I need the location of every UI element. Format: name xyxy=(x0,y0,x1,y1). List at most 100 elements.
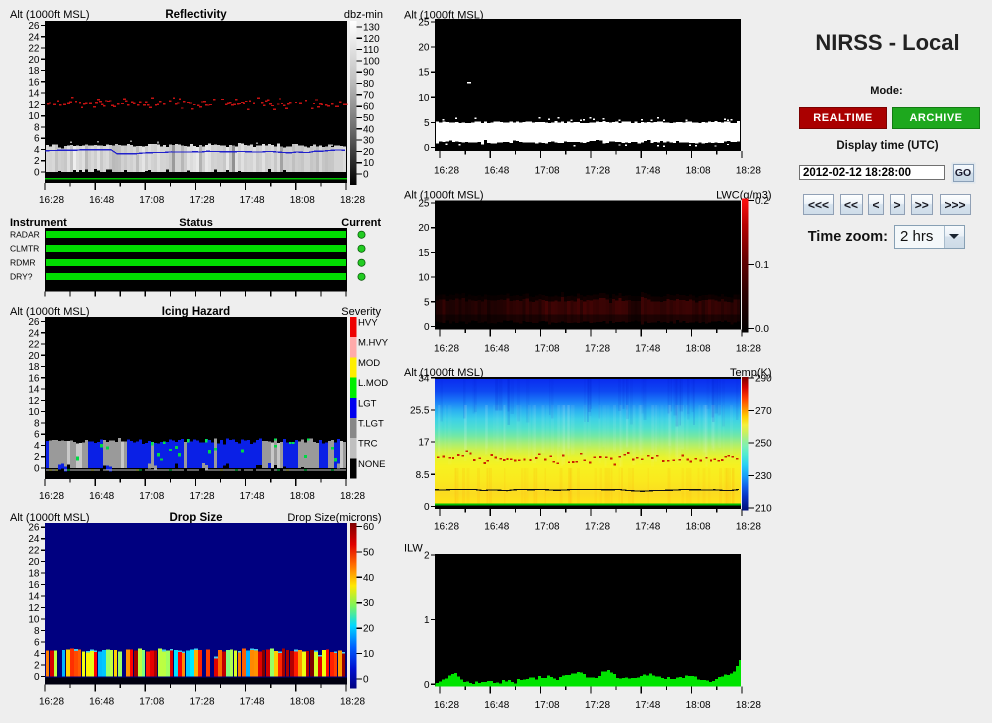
svg-text:4: 4 xyxy=(34,145,40,156)
svg-text:50: 50 xyxy=(363,113,375,124)
svg-text:16:28: 16:28 xyxy=(434,522,459,533)
svg-text:2: 2 xyxy=(34,452,40,463)
svg-text:20: 20 xyxy=(28,55,40,66)
svg-text:50: 50 xyxy=(363,547,375,558)
svg-text:M.HVY: M.HVY xyxy=(358,338,389,349)
svg-text:110: 110 xyxy=(363,45,379,56)
svg-text:Alt (1000ft MSL): Alt (1000ft MSL) xyxy=(10,306,89,318)
svg-text:40: 40 xyxy=(363,573,375,584)
svg-text:17:48: 17:48 xyxy=(240,491,265,502)
svg-text:22: 22 xyxy=(28,546,40,557)
svg-text:26: 26 xyxy=(28,317,40,328)
svg-text:18:28: 18:28 xyxy=(340,491,365,502)
svg-text:17:08: 17:08 xyxy=(535,700,560,711)
svg-text:17:08: 17:08 xyxy=(139,491,164,502)
svg-text:Alt (1000ft MSL): Alt (1000ft MSL) xyxy=(404,190,483,202)
svg-text:34: 34 xyxy=(418,373,430,384)
svg-text:Reflectivity: Reflectivity xyxy=(165,9,227,21)
svg-text:26: 26 xyxy=(28,21,40,32)
svg-text:17:48: 17:48 xyxy=(635,522,660,533)
svg-text:16:28: 16:28 xyxy=(434,344,459,355)
svg-text:0: 0 xyxy=(424,680,430,691)
svg-text:17:08: 17:08 xyxy=(139,195,164,206)
svg-text:ILW: ILW xyxy=(404,543,423,555)
svg-text:16:48: 16:48 xyxy=(484,700,509,711)
svg-text:18:28: 18:28 xyxy=(340,195,365,206)
svg-text:24: 24 xyxy=(28,328,40,339)
svg-text:10: 10 xyxy=(28,407,40,418)
svg-text:18: 18 xyxy=(28,66,40,77)
svg-text:0: 0 xyxy=(424,143,430,154)
svg-text:0: 0 xyxy=(424,322,430,333)
svg-text:12: 12 xyxy=(28,603,40,614)
svg-text:LGT: LGT xyxy=(358,398,377,409)
svg-text:12: 12 xyxy=(28,100,40,111)
svg-text:Severity: Severity xyxy=(341,306,381,318)
svg-text:0: 0 xyxy=(34,672,40,683)
svg-text:18:08: 18:08 xyxy=(290,491,315,502)
svg-text:16: 16 xyxy=(28,580,40,591)
svg-text:17:08: 17:08 xyxy=(535,344,560,355)
svg-text:18:28: 18:28 xyxy=(736,166,761,177)
svg-text:20: 20 xyxy=(418,43,430,54)
svg-text:0.1: 0.1 xyxy=(755,260,769,271)
svg-text:60: 60 xyxy=(363,522,375,533)
svg-text:17: 17 xyxy=(418,438,430,449)
svg-text:10: 10 xyxy=(363,649,375,660)
svg-text:16:48: 16:48 xyxy=(484,522,509,533)
svg-text:30: 30 xyxy=(363,136,375,147)
svg-text:Drop Size: Drop Size xyxy=(169,512,222,524)
svg-text:17:28: 17:28 xyxy=(189,491,214,502)
svg-text:18:08: 18:08 xyxy=(290,195,315,206)
svg-text:18:08: 18:08 xyxy=(686,166,711,177)
svg-text:CLMTR: CLMTR xyxy=(10,244,39,254)
svg-text:16: 16 xyxy=(28,77,40,88)
svg-text:14: 14 xyxy=(28,89,40,100)
svg-text:18:28: 18:28 xyxy=(736,700,761,711)
svg-text:0.2: 0.2 xyxy=(755,196,769,207)
svg-text:6: 6 xyxy=(34,638,40,649)
svg-text:20: 20 xyxy=(363,147,375,158)
svg-text:0.0: 0.0 xyxy=(755,324,769,335)
svg-text:18:08: 18:08 xyxy=(686,344,711,355)
svg-text:230: 230 xyxy=(755,471,772,482)
svg-text:18:08: 18:08 xyxy=(686,522,711,533)
svg-text:18:08: 18:08 xyxy=(686,700,711,711)
svg-text:1: 1 xyxy=(424,615,430,626)
svg-text:6: 6 xyxy=(34,430,40,441)
svg-text:20: 20 xyxy=(363,624,375,635)
svg-text:16: 16 xyxy=(28,373,40,384)
svg-text:0: 0 xyxy=(34,168,40,179)
svg-text:290: 290 xyxy=(755,374,772,385)
svg-text:5: 5 xyxy=(424,297,430,308)
svg-text:2: 2 xyxy=(34,660,40,671)
svg-text:40: 40 xyxy=(363,124,375,135)
svg-text:0: 0 xyxy=(34,464,40,475)
svg-text:17:28: 17:28 xyxy=(585,166,610,177)
svg-text:18: 18 xyxy=(28,362,40,373)
svg-text:20: 20 xyxy=(28,351,40,362)
svg-text:Alt (1000ft MSL): Alt (1000ft MSL) xyxy=(10,9,89,21)
svg-text:4: 4 xyxy=(34,441,40,452)
svg-text:6: 6 xyxy=(34,134,40,145)
svg-text:17:08: 17:08 xyxy=(535,166,560,177)
svg-text:22: 22 xyxy=(28,44,40,55)
svg-text:25: 25 xyxy=(418,199,430,210)
svg-text:130: 130 xyxy=(363,23,380,34)
svg-text:16:48: 16:48 xyxy=(89,195,114,206)
svg-text:90: 90 xyxy=(363,68,375,79)
svg-text:14: 14 xyxy=(28,385,40,396)
svg-text:80: 80 xyxy=(363,79,375,90)
svg-text:0: 0 xyxy=(363,170,369,181)
svg-text:15: 15 xyxy=(418,68,430,79)
svg-text:10: 10 xyxy=(418,273,430,284)
svg-text:4: 4 xyxy=(34,649,40,660)
svg-text:TRC: TRC xyxy=(358,439,378,450)
svg-text:16:48: 16:48 xyxy=(89,491,114,502)
svg-text:10: 10 xyxy=(418,93,430,104)
svg-text:Instrument: Instrument xyxy=(10,217,67,229)
svg-text:12: 12 xyxy=(28,396,40,407)
svg-text:RDMR: RDMR xyxy=(10,258,36,268)
svg-text:14: 14 xyxy=(28,592,40,603)
svg-text:120: 120 xyxy=(363,34,380,45)
